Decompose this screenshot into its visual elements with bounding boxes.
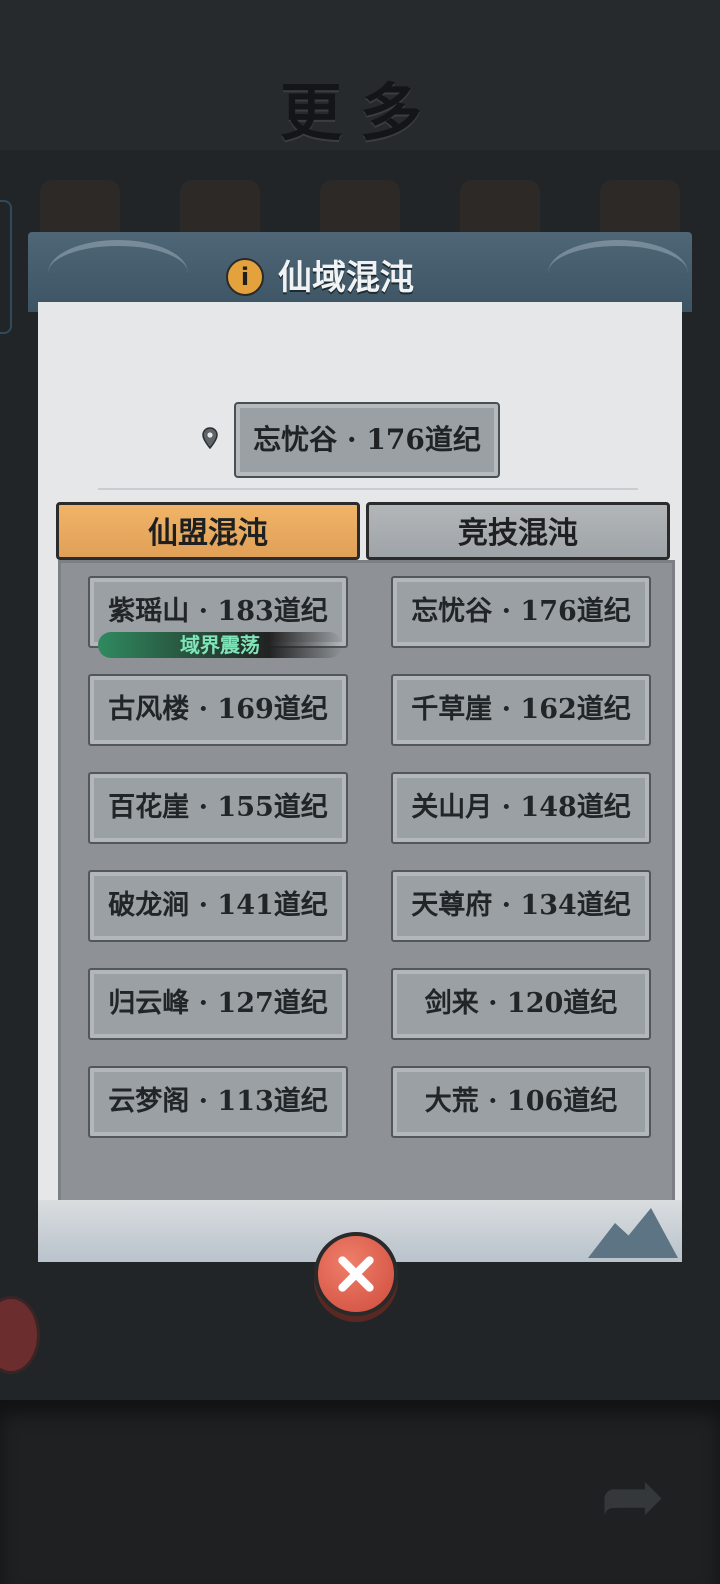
region-item-label: 天尊府 · 134道纪 [411,890,631,921]
region-item-label: 剑来 · 120道纪 [424,988,618,1019]
tab-bar: 仙盟混沌 竞技混沌 [56,502,674,560]
region-item-label: 归云峰 · 127道纪 [108,988,328,1019]
tab-alliance-chaos[interactable]: 仙盟混沌 [56,502,360,560]
region-item-label: 千草崖 · 162道纪 [411,694,631,725]
region-item[interactable]: 千草崖 · 162道纪 [391,674,651,746]
region-item-label: 忘忧谷 · 176道纪 [411,596,631,627]
region-item-label: 云梦阁 · 113道纪 [108,1086,328,1117]
divider [98,488,638,490]
region-item[interactable]: 破龙涧 · 141道纪 [88,870,348,942]
close-icon [338,1256,374,1292]
current-location-text: 忘忧谷 · 176道纪 [253,423,481,456]
share-arrow-icon: ➦ [600,1452,666,1542]
region-item[interactable]: 剑来 · 120道纪 [391,968,651,1040]
region-item[interactable]: 归云峰 · 127道纪 [88,968,348,1040]
map-pin-icon [202,427,218,450]
region-item[interactable]: 大荒 · 106道纪 [391,1066,651,1138]
dialog-body: 忘忧谷 · 176道纪 仙盟混沌 竞技混沌 紫瑶山 · 183道纪 域界震荡 忘… [38,302,682,1262]
region-item[interactable]: 云梦阁 · 113道纪 [88,1066,348,1138]
info-icon[interactable]: i [226,258,264,296]
background-page-title: 更多 [279,76,440,149]
region-list-panel: 紫瑶山 · 183道纪 域界震荡 忘忧谷 · 176道纪 古风楼 · 169道纪… [58,560,675,1210]
region-status-badge: 域界震荡 [98,632,342,658]
dialog-title: 仙域混沌 [278,258,414,298]
chaos-region-dialog: i 仙域混沌 忘忧谷 · 176道纪 仙盟混沌 竞技混沌 紫瑶山 · 183道纪… [28,232,692,1266]
region-item[interactable]: 紫瑶山 · 183道纪 域界震荡 [88,576,348,658]
tab-arena-chaos[interactable]: 竞技混沌 [366,502,670,560]
close-button[interactable] [314,1232,398,1316]
current-location-plate: 忘忧谷 · 176道纪 [234,402,500,478]
region-item[interactable]: 忘忧谷 · 176道纪 [391,576,651,648]
background-side-tab [0,200,12,334]
region-item[interactable]: 关山月 · 148道纪 [391,772,651,844]
cloud-ornament [48,240,188,306]
region-item[interactable]: 古风楼 · 169道纪 [88,674,348,746]
region-item[interactable]: 百花崖 · 155道纪 [88,772,348,844]
region-item-label: 大荒 · 106道纪 [424,1086,618,1117]
region-item-label: 关山月 · 148道纪 [411,792,631,823]
region-item[interactable]: 天尊府 · 134道纪 [391,870,651,942]
region-item-label: 古风楼 · 169道纪 [108,694,328,725]
cloud-ornament [548,240,688,306]
region-item-label: 破龙涧 · 141道纪 [108,890,328,921]
region-item-label: 百花崖 · 155道纪 [108,792,328,823]
dialog-header: i 仙域混沌 [28,232,692,312]
